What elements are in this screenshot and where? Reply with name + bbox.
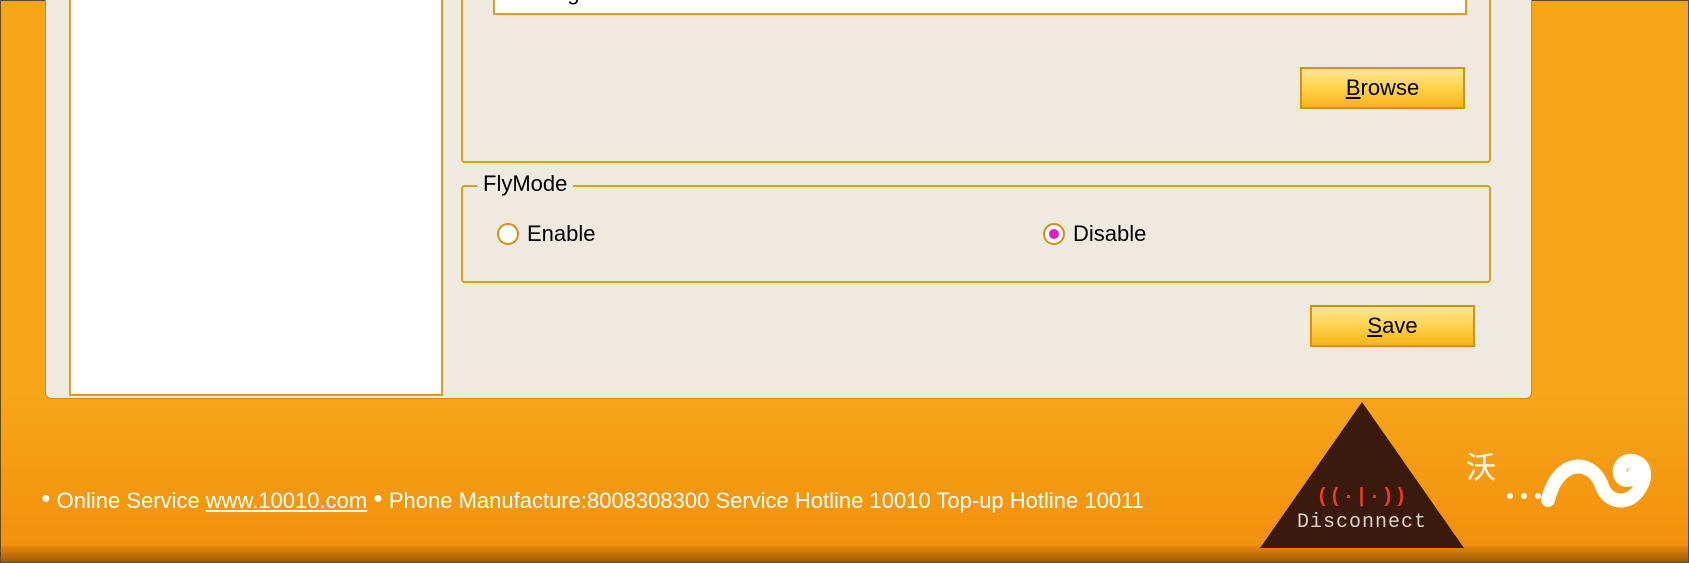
app-window: Browse FlyMode Enable Disable Save ● Onl… [0, 0, 1689, 563]
bottom-shadow [1, 546, 1688, 562]
connection-button[interactable]: ((·|·)) Disconnect [1272, 486, 1452, 534]
svg-text:沃: 沃 [1466, 452, 1496, 485]
side-panel [69, 0, 443, 396]
radio-selected-dot [1049, 229, 1059, 239]
browse-label-rest: rowse [1361, 75, 1420, 100]
radio-icon [497, 223, 519, 245]
save-mnemonic: S [1367, 313, 1382, 338]
save-button[interactable]: Save [1310, 305, 1475, 347]
bullet-icon: ● [41, 490, 51, 508]
wo-logo: 沃 [1462, 440, 1652, 520]
settings-area: Browse FlyMode Enable Disable Save [461, 0, 1511, 391]
connection-status-label: Disconnect [1297, 511, 1427, 534]
bullet-icon: ● [373, 490, 383, 508]
browse-mnemonic: B [1346, 75, 1361, 100]
save-label-rest: ave [1382, 313, 1417, 338]
signal-icon: ((·|·)) [1316, 486, 1407, 509]
online-service-label: Online Service [57, 488, 200, 514]
flymode-disable-radio[interactable]: Disable [1043, 221, 1146, 247]
flymode-disable-label: Disable [1073, 221, 1146, 247]
online-service-link[interactable]: www.10010.com [206, 488, 367, 514]
browse-button[interactable]: Browse [1300, 67, 1465, 109]
flymode-enable-label: Enable [527, 221, 596, 247]
userdata-path-group: Browse [461, 0, 1491, 163]
radio-icon [1043, 223, 1065, 245]
userdata-path-input[interactable] [493, 0, 1467, 15]
flymode-group: FlyMode Enable Disable [461, 185, 1491, 283]
footer-rest: Phone Manufacture:8008308300 Service Hot… [389, 488, 1144, 514]
flymode-legend: FlyMode [477, 171, 573, 197]
flymode-enable-radio[interactable]: Enable [497, 221, 596, 247]
